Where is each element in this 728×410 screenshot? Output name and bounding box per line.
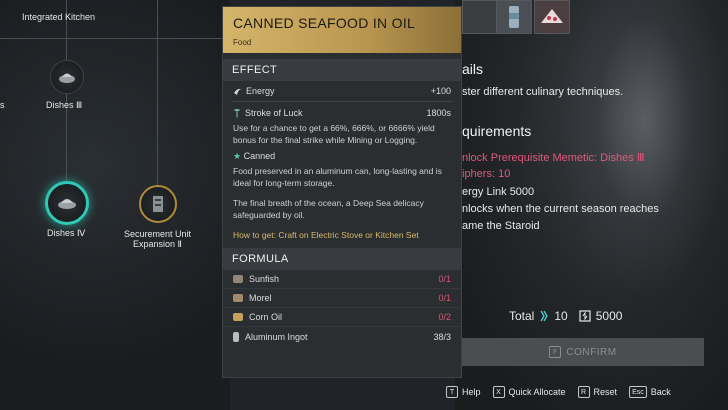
formula-qty: 38/3 [433, 331, 451, 342]
cipher-icon [540, 310, 549, 322]
total-label: Total [509, 309, 535, 323]
energy-row: Energy +100 [223, 81, 461, 101]
item-tooltip-panel: CANNED SEAFOOD IN OIL Food EFFECT Energy… [222, 6, 462, 378]
reward-thumbnail-cake[interactable] [534, 0, 570, 34]
corn-oil-icon [233, 313, 243, 321]
skill-tree-background [0, 0, 230, 410]
formula-row: Sunfish 0/1 [223, 270, 461, 289]
skill-node-securement-unit[interactable] [139, 185, 177, 223]
req-season-line1: nlocks when the current season reaches [462, 203, 659, 215]
formula-header: FORMULA [223, 248, 461, 270]
tree-connector [0, 38, 230, 39]
effect-header: EFFECT [223, 59, 461, 81]
hint-help[interactable]: T Help [446, 386, 481, 398]
formula-row: Corn Oil 0/2 [223, 308, 461, 327]
how-to-get: How to get: Craft on Electric Stove or K… [233, 230, 419, 240]
requirements-header: quirements [462, 123, 532, 139]
formula-name: Morel [249, 293, 272, 303]
formula-row: Morel 0/1 [223, 289, 461, 308]
item-category: Food [233, 38, 252, 47]
canned-label: Canned [243, 151, 276, 161]
node-label-dishes-4: Dishes Ⅳ [47, 228, 86, 238]
formula-name: Aluminum Ingot [245, 331, 308, 342]
skill-node-dishes-4[interactable] [45, 181, 89, 225]
total-ciphers: 10 [554, 309, 568, 323]
control-hints: T Help X Quick Allocate R Reset Esc Back [446, 386, 671, 398]
morel-icon [233, 294, 243, 302]
sunfish-icon [233, 275, 243, 283]
aluminum-ingot-icon [233, 331, 239, 342]
node-label-dishes-3: Dishes Ⅲ [46, 100, 83, 110]
star-icon: ★ [233, 151, 242, 161]
hint-key: R [577, 386, 590, 398]
formula-name: Corn Oil [249, 312, 283, 322]
flavor-text: The final breath of the ocean, a Deep Se… [233, 198, 424, 220]
hint-back[interactable]: Esc Back [629, 386, 671, 398]
energy-icon [234, 88, 241, 95]
tree-connector [157, 0, 158, 185]
formula-qty: 0/1 [438, 293, 451, 303]
req-ciphers: iphers: 10 [462, 168, 511, 180]
tooltip-header: CANNED SEAFOOD IN OIL Food [223, 7, 461, 53]
hint-label: Reset [593, 387, 618, 397]
total-energy: 5000 [595, 309, 623, 323]
details-title: ails [462, 61, 484, 77]
node-label-fragment: s [0, 100, 5, 110]
canned-trait: ★ Canned [223, 151, 461, 162]
luck-value: 1800s [426, 108, 451, 118]
formula-qty: 0/1 [438, 274, 451, 284]
req-energy-link: ergy Link 5000 [462, 186, 535, 198]
hint-label: Back [650, 387, 671, 397]
node-label-securement-line2: Expansion Ⅱ [133, 239, 182, 249]
reward-thumbnail[interactable] [462, 0, 498, 34]
pickaxe-icon [234, 109, 240, 118]
energy-label: Energy [246, 86, 275, 96]
formula-name: Sunfish [249, 274, 280, 284]
dish-icon [58, 199, 76, 209]
reward-thumbnail-can[interactable] [496, 0, 532, 34]
hint-label: Help [462, 387, 481, 397]
node-label-securement-line1: Securement Unit [124, 229, 192, 239]
creature-artwork [560, 0, 728, 300]
hint-label: Quick Allocate [508, 387, 566, 397]
hint-key: X [492, 386, 505, 398]
total-cost: Total 10 5000 [509, 309, 622, 323]
dish-icon [59, 73, 75, 83]
node-label-integrated-kitchen: Integrated Kitchen [22, 12, 96, 22]
confirm-button[interactable]: F CONFIRM [462, 338, 704, 366]
luck-description: Use for a chance to get a 66%, 666%, or … [233, 123, 435, 145]
storage-unit-icon [153, 196, 163, 212]
can-icon [509, 6, 519, 28]
formula-qty: 0/2 [438, 312, 451, 322]
confirm-key: F [549, 346, 562, 358]
luck-row: Stroke of Luck 1800s [223, 104, 461, 122]
details-description: ster different culinary techniques. [462, 86, 624, 98]
hint-quick-allocate[interactable]: X Quick Allocate [492, 386, 566, 398]
energy-value: +100 [430, 86, 451, 96]
req-prerequisite: nlock Prerequisite Memetic: Dishes Ⅲ [462, 152, 645, 164]
cake-icon [541, 9, 563, 23]
hint-reset[interactable]: R Reset [577, 386, 618, 398]
skill-node-dishes-3[interactable] [50, 60, 84, 94]
req-season-line2: ame the Staroid [462, 220, 540, 232]
formula-row: Aluminum Ingot 38/3 [223, 327, 461, 346]
canned-description: Food preserved in an aluminum can, long-… [233, 166, 442, 188]
hint-key: Esc [629, 386, 647, 398]
divider [231, 101, 453, 102]
luck-label: Stroke of Luck [245, 108, 303, 118]
confirm-label: CONFIRM [566, 346, 617, 358]
hint-key: T [446, 386, 458, 398]
item-title: CANNED SEAFOOD IN OIL [233, 15, 416, 31]
energy-link-icon [579, 310, 591, 322]
